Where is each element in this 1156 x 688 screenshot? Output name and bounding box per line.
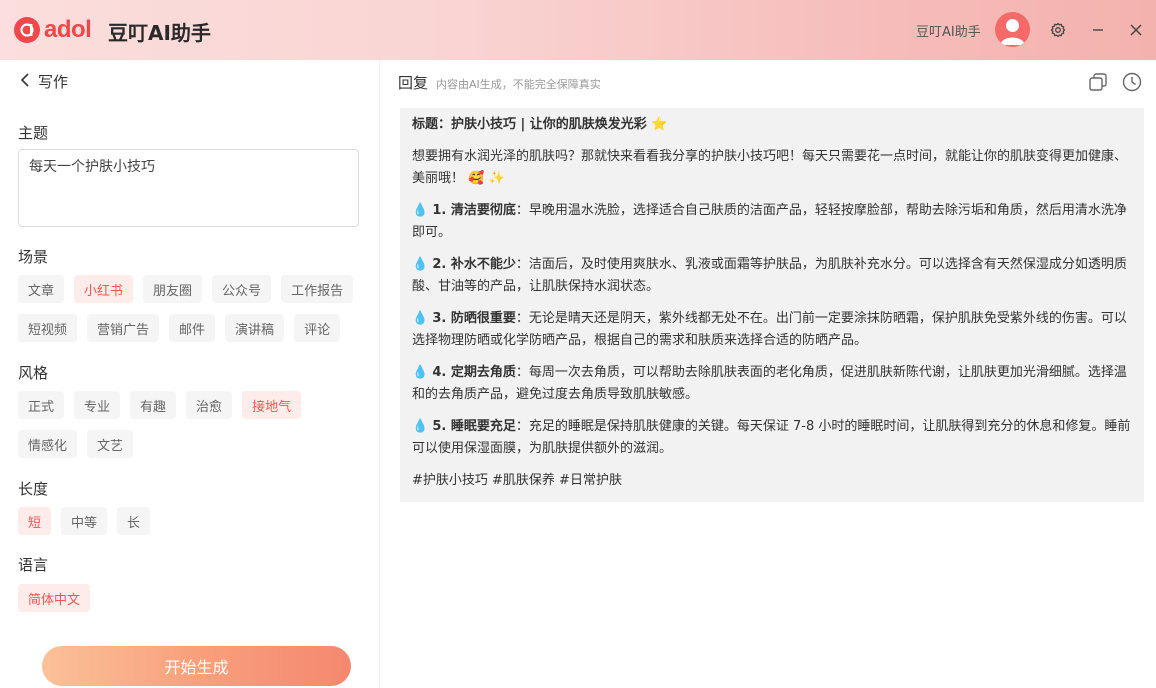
style-option-selected[interactable]: 接地气 (242, 391, 302, 419)
tip-heading: 5. 睡眠要充足 (432, 419, 516, 434)
tip-heading: 2. 补水不能少 (432, 257, 516, 272)
style-option[interactable]: 情感化 (18, 430, 78, 458)
back-button[interactable]: 写作 (20, 71, 68, 92)
water-drop-icon: 💧 (412, 311, 429, 326)
style-option[interactable]: 治愈 (186, 391, 233, 419)
water-drop-icon: 💧 (412, 257, 429, 272)
length-option-selected[interactable]: 短 (18, 507, 52, 535)
style-option[interactable]: 专业 (74, 391, 121, 419)
back-label: 写作 (38, 73, 69, 91)
tip-item: 💧 2. 补水不能少：洁面后，及时使用爽肤水、乳液或面霜等护肤品，为肌肤补充水分… (412, 254, 1132, 298)
minimize-icon[interactable] (1086, 18, 1110, 42)
water-drop-icon: 💧 (412, 365, 429, 380)
tip-heading: 1. 清洁要彻底 (432, 203, 516, 218)
reply-title: 回复 (398, 74, 429, 92)
scene-options-row-2: 短视频 营销广告 邮件 演讲稿 评论 (18, 314, 341, 342)
tip-text: ：洁面后，及时使用爽肤水、乳液或面霜等护肤品，为肌肤补充水分。可以选择含有天然保… (412, 257, 1127, 294)
language-label: 语言 (18, 556, 49, 574)
tip-text: ：无论是晴天还是阴天，紫外线都无处不在。出门前一定要涂抹防晒霜，保护肌肤免受紫外… (412, 311, 1127, 348)
tip-heading: 3. 防晒很重要 (432, 311, 516, 326)
tip-text: ：早晚用温水洗脸，选择适合自己肤质的洁面产品，轻轻按摩脸部，帮助去除污垢和角质，… (412, 203, 1127, 240)
tip-item: 💧 5. 睡眠要充足：充足的睡眠是保持肌肤健康的关键。每天保证 7-8 小时的睡… (412, 416, 1132, 460)
tip-item: 💧 3. 防晒很重要：无论是晴天还是阴天，紫外线都无处不在。出门前一定要涂抹防晒… (412, 308, 1132, 352)
length-option[interactable]: 中等 (61, 507, 108, 535)
copy-icon[interactable] (1087, 71, 1109, 93)
language-option-selected[interactable]: 简体中文 (18, 584, 91, 612)
scene-option[interactable]: 演讲稿 (225, 314, 285, 342)
ai-disclaimer: 内容由AI生成，不能完全保障真实 (436, 78, 601, 91)
style-label: 风格 (18, 364, 49, 382)
reply-content: 标题：护肤小技巧 | 让你的肌肤焕发光彩 ⭐ 想要拥有水润光泽的肌肤吗？那就快来… (400, 108, 1144, 502)
style-option[interactable]: 文艺 (87, 430, 134, 458)
reply-header: 回复 内容由AI生成，不能完全保障真实 (398, 72, 601, 93)
gear-icon[interactable] (1046, 18, 1070, 42)
style-options-row-1: 正式 专业 有趣 治愈 接地气 (18, 391, 302, 419)
scene-label: 场景 (18, 248, 49, 266)
scene-option[interactable]: 朋友圈 (143, 275, 203, 303)
app-logo: adol (14, 16, 92, 44)
close-icon[interactable] (1124, 18, 1148, 42)
length-label: 长度 (18, 480, 49, 498)
topic-input[interactable]: 每天一个护肤小技巧 (18, 149, 359, 227)
title-bar: adol 豆叮AI助手 豆叮AI助手 (0, 0, 1156, 60)
scene-option[interactable]: 短视频 (18, 314, 78, 342)
length-option[interactable]: 长 (117, 507, 151, 535)
avatar[interactable] (995, 12, 1030, 47)
scene-option[interactable]: 公众号 (212, 275, 272, 303)
tip-item: 💧 4. 定期去角质：每周一次去角质，可以帮助去除肌肤表面的老化角质，促进肌肤新… (412, 362, 1132, 406)
generate-button[interactable]: 开始生成 (42, 646, 351, 686)
tip-text: ：充足的睡眠是保持肌肤健康的关键。每天保证 7-8 小时的睡眠时间，让肌肤得到充… (412, 419, 1131, 456)
settings-panel: 写作 主题 每天一个护肤小技巧 场景 文章 小红书 朋友圈 公众号 工作报告 短… (0, 60, 380, 688)
water-drop-icon: 💧 (412, 419, 429, 434)
reply-heading: 标题：护肤小技巧 | 让你的肌肤焕发光彩 ⭐ (412, 117, 668, 132)
reply-intro: 想要拥有水润光泽的肌肤吗？那就快来看看我分享的护肤小技巧吧！每天只需要花一点时间… (412, 149, 1128, 186)
logo-icon (14, 17, 40, 43)
scene-option[interactable]: 工作报告 (281, 275, 354, 303)
tip-heading: 4. 定期去角质 (432, 365, 516, 380)
water-drop-icon: 💧 (412, 203, 429, 218)
reply-tags: #护肤小技巧 #肌肤保养 #日常护肤 (412, 473, 622, 488)
style-option[interactable]: 正式 (18, 391, 65, 419)
history-icon[interactable] (1121, 71, 1143, 93)
scene-option[interactable]: 邮件 (169, 314, 216, 342)
topic-label: 主题 (18, 124, 49, 142)
chevron-left-icon (20, 72, 30, 92)
tip-item: 💧 1. 清洁要彻底：早晚用温水洗脸，选择适合自己肤质的洁面产品，轻轻按摩脸部，… (412, 200, 1132, 244)
scene-option-selected[interactable]: 小红书 (74, 275, 134, 303)
user-name[interactable]: 豆叮AI助手 (916, 21, 981, 40)
language-options: 简体中文 (18, 584, 91, 612)
logo-text: adol (44, 16, 92, 43)
scene-option[interactable]: 评论 (294, 314, 341, 342)
length-options: 短 中等 长 (18, 507, 151, 535)
app-title: 豆叮AI助手 (108, 21, 211, 45)
tip-text: ：每周一次去角质，可以帮助去除肌肤表面的老化角质，促进肌肤新陈代谢，让肌肤更加光… (412, 365, 1127, 402)
scene-option[interactable]: 营销广告 (87, 314, 160, 342)
scene-options-row-1: 文章 小红书 朋友圈 公众号 工作报告 (18, 275, 354, 303)
scene-option[interactable]: 文章 (18, 275, 65, 303)
style-options-row-2: 情感化 文艺 (18, 430, 134, 458)
style-option[interactable]: 有趣 (130, 391, 177, 419)
